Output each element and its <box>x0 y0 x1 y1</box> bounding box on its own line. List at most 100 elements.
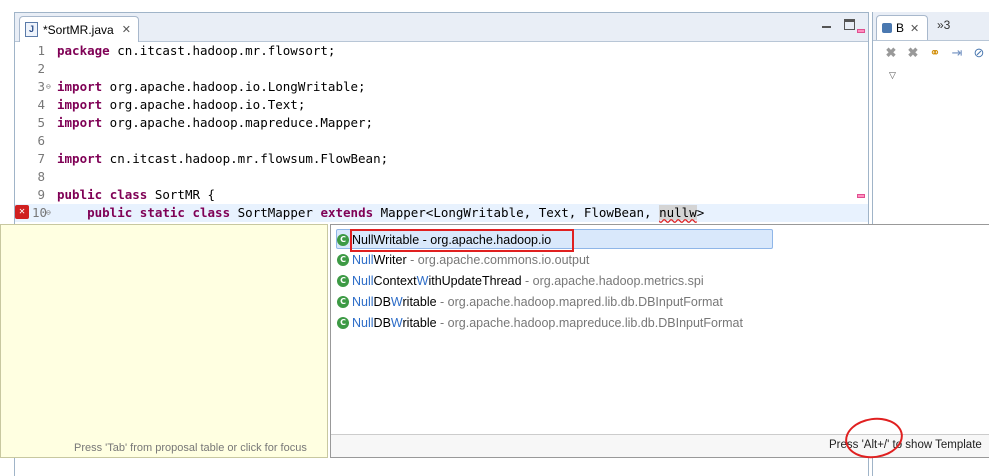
proposal-name-part: Null <box>352 295 374 309</box>
template-hint: Press 'Alt+/' to show Template <box>829 439 982 451</box>
code-token: cn.itcast.hadoop.mr.flowsort; <box>109 43 336 58</box>
line-number: 6 <box>37 133 45 148</box>
code-token: > <box>696 205 705 220</box>
code-line[interactable]: 10 ⊖ public static class SortMapper exten… <box>15 204 868 222</box>
view-menu-icon[interactable]: ▽ <box>889 70 896 81</box>
class-icon: C <box>337 295 349 308</box>
code-token: org.apache.hadoop.io.LongWritable; <box>102 79 366 94</box>
remove-all-icon[interactable]: ✖ <box>905 45 921 61</box>
proposal-name-part: ritable <box>402 316 437 330</box>
code-line[interactable]: 2 <box>15 60 868 78</box>
code-token: static <box>139 205 185 220</box>
code-token: org.apache.hadoop.mapreduce.Mapper; <box>102 115 374 130</box>
code-text: public static class SortMapper extends M… <box>57 204 704 222</box>
class-icon: C <box>337 233 349 246</box>
doc-focus-hint: Press 'Tab' from proposal table or click… <box>74 442 307 454</box>
proposal-name-part: W <box>390 295 403 309</box>
proposal-name-part: ritable <box>402 295 437 309</box>
proposal-name-part: DB <box>373 316 391 330</box>
proposal-package: - org.apache.hadoop.mapred.lib.db.DBInpu… <box>436 295 723 309</box>
proposal-package: - org.apache.hadoop.mapreduce.lib.db.DBI… <box>436 316 743 330</box>
code-token: class <box>192 205 231 220</box>
line-number: 7 <box>37 151 45 166</box>
code-token: extends <box>320 205 374 220</box>
code-text: public class SortMR { <box>57 186 215 204</box>
proposal-documentation-popup <box>0 224 328 458</box>
editor-tab-sortmr[interactable]: J *SortMR.java ✕ <box>19 16 139 42</box>
code-token: import <box>57 79 103 94</box>
code-token: class <box>109 187 148 202</box>
breakpoints-icon <box>882 23 892 33</box>
content-assist-popup: C NullWritable - org.apache.hadoop.io C Nul… <box>330 224 989 458</box>
proposal-name-part: Null <box>352 253 374 267</box>
code-token: SortMR { <box>147 187 216 202</box>
class-icon: C <box>337 274 349 287</box>
right-view-tabbar: B ✕ »3 <box>873 12 989 41</box>
proposal-name-part: Context <box>373 274 417 288</box>
line-number: 3 <box>37 79 45 94</box>
minimize-button[interactable] <box>821 19 832 30</box>
right-view-toolbar: ✖ ✖ ⚭ ⇥ ⊘ <box>883 45 987 61</box>
right-view-tab[interactable]: B ✕ <box>876 15 928 40</box>
proposal-name-part: Null <box>352 316 374 330</box>
more-tabs-button[interactable]: »3 <box>937 18 950 32</box>
line-number: 8 <box>37 169 45 184</box>
code-token: nullw <box>659 205 697 220</box>
code-text: import org.apache.hadoop.io.Text; <box>57 96 305 114</box>
code-token: import <box>57 115 103 130</box>
code-token: cn.itcast.hadoop.mr.flowsum.FlowBean; <box>102 151 389 166</box>
java-file-icon: J <box>25 22 38 37</box>
close-icon[interactable]: ✕ <box>910 22 919 35</box>
line-number: 4 <box>37 97 45 112</box>
proposal-status-bar: Press 'Alt+/' to show Template <box>331 434 989 457</box>
code-line[interactable]: 1 package cn.itcast.hadoop.mr.flowsort; <box>15 42 868 60</box>
proposal-package: - org.apache.hadoop.io <box>419 233 552 247</box>
line-number: 5 <box>37 115 45 130</box>
maximize-button[interactable] <box>844 19 855 30</box>
fold-toggle-icon[interactable]: ⊖ <box>46 204 51 222</box>
code-line[interactable]: 7 import cn.itcast.hadoop.mr.flowsum.Flow… <box>15 150 868 168</box>
proposal-name-part: Null <box>352 274 374 288</box>
fold-toggle-icon[interactable]: ⊖ <box>46 78 51 96</box>
class-icon: C <box>337 316 349 329</box>
proposal-item[interactable]: C NullDBWritable - org.apache.hadoop.mapr… <box>337 292 723 312</box>
code-line[interactable]: 5 import org.apache.hadoop.mapreduce.Mapp… <box>15 114 868 132</box>
code-line[interactable]: 3 ⊖ import org.apache.hadoop.io.LongWritab… <box>15 78 868 96</box>
code-token: import <box>57 97 103 112</box>
code-token: public <box>87 205 133 220</box>
code-token: org.apache.hadoop.io.Text; <box>102 97 306 112</box>
proposal-name-part: ithUpdateThread <box>428 274 522 288</box>
proposal-name-part: W <box>416 274 429 288</box>
proposal-item[interactable]: C NullDBWritable - org.apache.hadoop.mapr… <box>337 313 743 333</box>
proposal-name-part: Writer <box>373 253 407 267</box>
skip-all-icon[interactable]: ⊘ <box>971 45 987 61</box>
proposal-item[interactable]: C NullWritable - org.apache.hadoop.io <box>336 229 773 249</box>
proposal-name-part: NullWritable <box>352 233 420 247</box>
code-token: SortMapper <box>230 205 321 220</box>
overview-ruler-error-mark[interactable] <box>857 194 865 198</box>
proposal-item[interactable]: C NullWriter - org.apache.commons.io.outp… <box>337 250 589 270</box>
line-number: 2 <box>37 61 45 76</box>
editor-tabbar: J *SortMR.java ✕ <box>15 13 868 42</box>
proposal-item[interactable]: C NullContextWithUpdateThread - org.apach… <box>337 271 704 291</box>
code-text: package cn.itcast.hadoop.mr.flowsort; <box>57 42 335 60</box>
code-line[interactable]: 4 import org.apache.hadoop.io.Text; <box>15 96 868 114</box>
remove-icon[interactable]: ✖ <box>883 45 899 61</box>
code-line[interactable]: 8 <box>15 168 868 186</box>
code-token: Mapper<LongWritable, Text, FlowBean, <box>373 205 660 220</box>
overview-ruler-error-mark[interactable] <box>857 29 865 33</box>
code-line[interactable]: 9 public class SortMR { <box>15 186 868 204</box>
error-icon[interactable]: ✕ <box>15 205 29 219</box>
close-icon[interactable]: ✕ <box>122 23 131 36</box>
code-token: package <box>57 43 110 58</box>
proposal-package: - org.apache.hadoop.metrics.spi <box>521 274 704 288</box>
proposal-package: - org.apache.commons.io.output <box>406 253 590 267</box>
code-line[interactable]: 6 <box>15 132 868 150</box>
code-area[interactable]: 1 package cn.itcast.hadoop.mr.flowsort; 2 3… <box>15 29 868 226</box>
link-icon[interactable]: ⚭ <box>927 45 943 61</box>
export-icon[interactable]: ⇥ <box>949 45 965 61</box>
line-number: 9 <box>37 187 45 202</box>
